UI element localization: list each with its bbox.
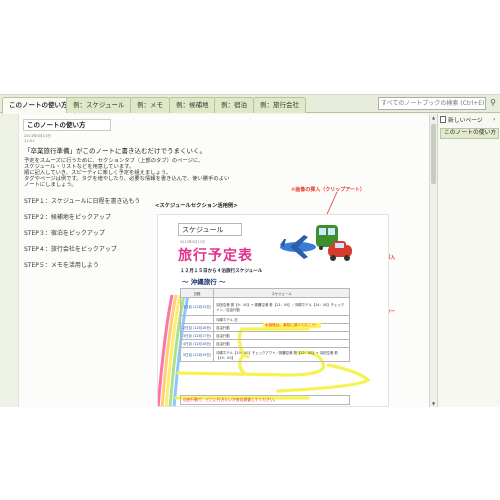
vertical-scrollbar[interactable]: ▲ ▼ [429,114,437,407]
table-cell-day: 1日目 (12月15日) [179,297,215,316]
new-page-icon [440,116,446,123]
table-cell-day: 5日目 (12月19日) [179,347,215,362]
table-header: 日程 [179,288,215,298]
table-header-row: 日程 スケジュール [179,288,350,298]
table-cell-day: 4日目 (12月18日) [179,339,215,348]
clip-date: 2013年5月13日 [180,240,206,244]
table-cell-day: 3日目 (12月17日) [179,331,215,340]
table-cell-text: 沖縄ホテル【10：00】チェックアウト／那覇空港 発【12：00】→ 羽田空港 … [213,347,350,362]
tab-travel-agency[interactable]: 例：旅行会社 [253,97,306,113]
chevron-right-icon[interactable]: › [493,116,495,123]
clip-subtitle: １２月１５日から４泊旅行スケジュール [180,269,263,274]
tab-how-to-use[interactable]: このノートの使い方 [2,97,75,114]
page-list-item[interactable]: このノートの使い方 [440,128,499,139]
tab-lodging[interactable]: 例：宿泊 [214,97,254,113]
table-cell-text: 羽田空港 発【9：00】→ 那覇空港 着【13：00】／沖縄ホテル【14：00】… [213,297,350,316]
table-cell-text: 自由行動 [213,339,350,348]
new-page-label: 新しいページ [448,118,483,124]
clip-heading: 旅行予定表 [178,248,253,264]
clip-title: スケジュール [178,223,242,236]
clip-destination: ～ 沖縄旅行 ～ [182,278,226,286]
table-row: 3日目 (12月17日) 自由行動 [179,331,350,340]
table-header: スケジュール [213,288,350,298]
table-cell-day: 2日目 (12月16日) [179,323,215,332]
table-cell-text: 自由行動 [213,331,350,340]
search-input[interactable]: すべてのノートブックの検索 (Ctrl+E) [378,97,486,110]
section-tab-bar: このノートの使い方 例：スケジュール 例：メモ 例：候補地 例：宿泊 例：旅行会… [0,95,500,114]
table-row: 1日目 (12月15日) 羽田空港 発【9：00】→ 那覇空港 着【13：00】… [179,297,350,316]
tab-memo[interactable]: 例：メモ [130,97,170,113]
scroll-down-icon[interactable]: ▼ [430,400,437,407]
new-page-button[interactable]: 新しいページ [440,116,499,126]
table-cell-day [179,315,215,324]
search-icon[interactable]: ⚲ [488,98,498,108]
page-list-pane: 新しいページ › このノートの使い方 [437,114,500,407]
scroll-up-icon[interactable]: ▲ [430,114,437,121]
tab-schedule[interactable]: 例：スケジュール [66,97,132,113]
schedule-footer: 自由行動で、どこに行きたいか各自調査してください。 [180,395,350,405]
airplane-icon [280,235,316,259]
left-gutter [0,114,18,407]
scroll-thumb[interactable] [431,124,436,184]
tab-candidates[interactable]: 例：候補地 [169,97,216,113]
onenote-window: このノートの使い方 例：スケジュール 例：メモ 例：候補地 例：宿泊 例：旅行会… [0,94,500,407]
page-canvas[interactable]: このノートの使い方 2013年5月13日 11:01 「卒業旅行準備」がこのノー… [18,114,429,407]
table-row: 5日目 (12月19日) 沖縄ホテル【10：00】チェックアウト／那覇空港 発【… [179,347,350,362]
table-row: 4日目 (12月18日) 自由行動 [179,339,350,348]
schedule-clip-image[interactable]: スケジュール 2013年5月13日 旅行予定表 １２月１５日から４泊旅行スケジュ… [157,214,389,407]
marker-note: 水族館は、事前に調べておこう！ [263,323,321,328]
